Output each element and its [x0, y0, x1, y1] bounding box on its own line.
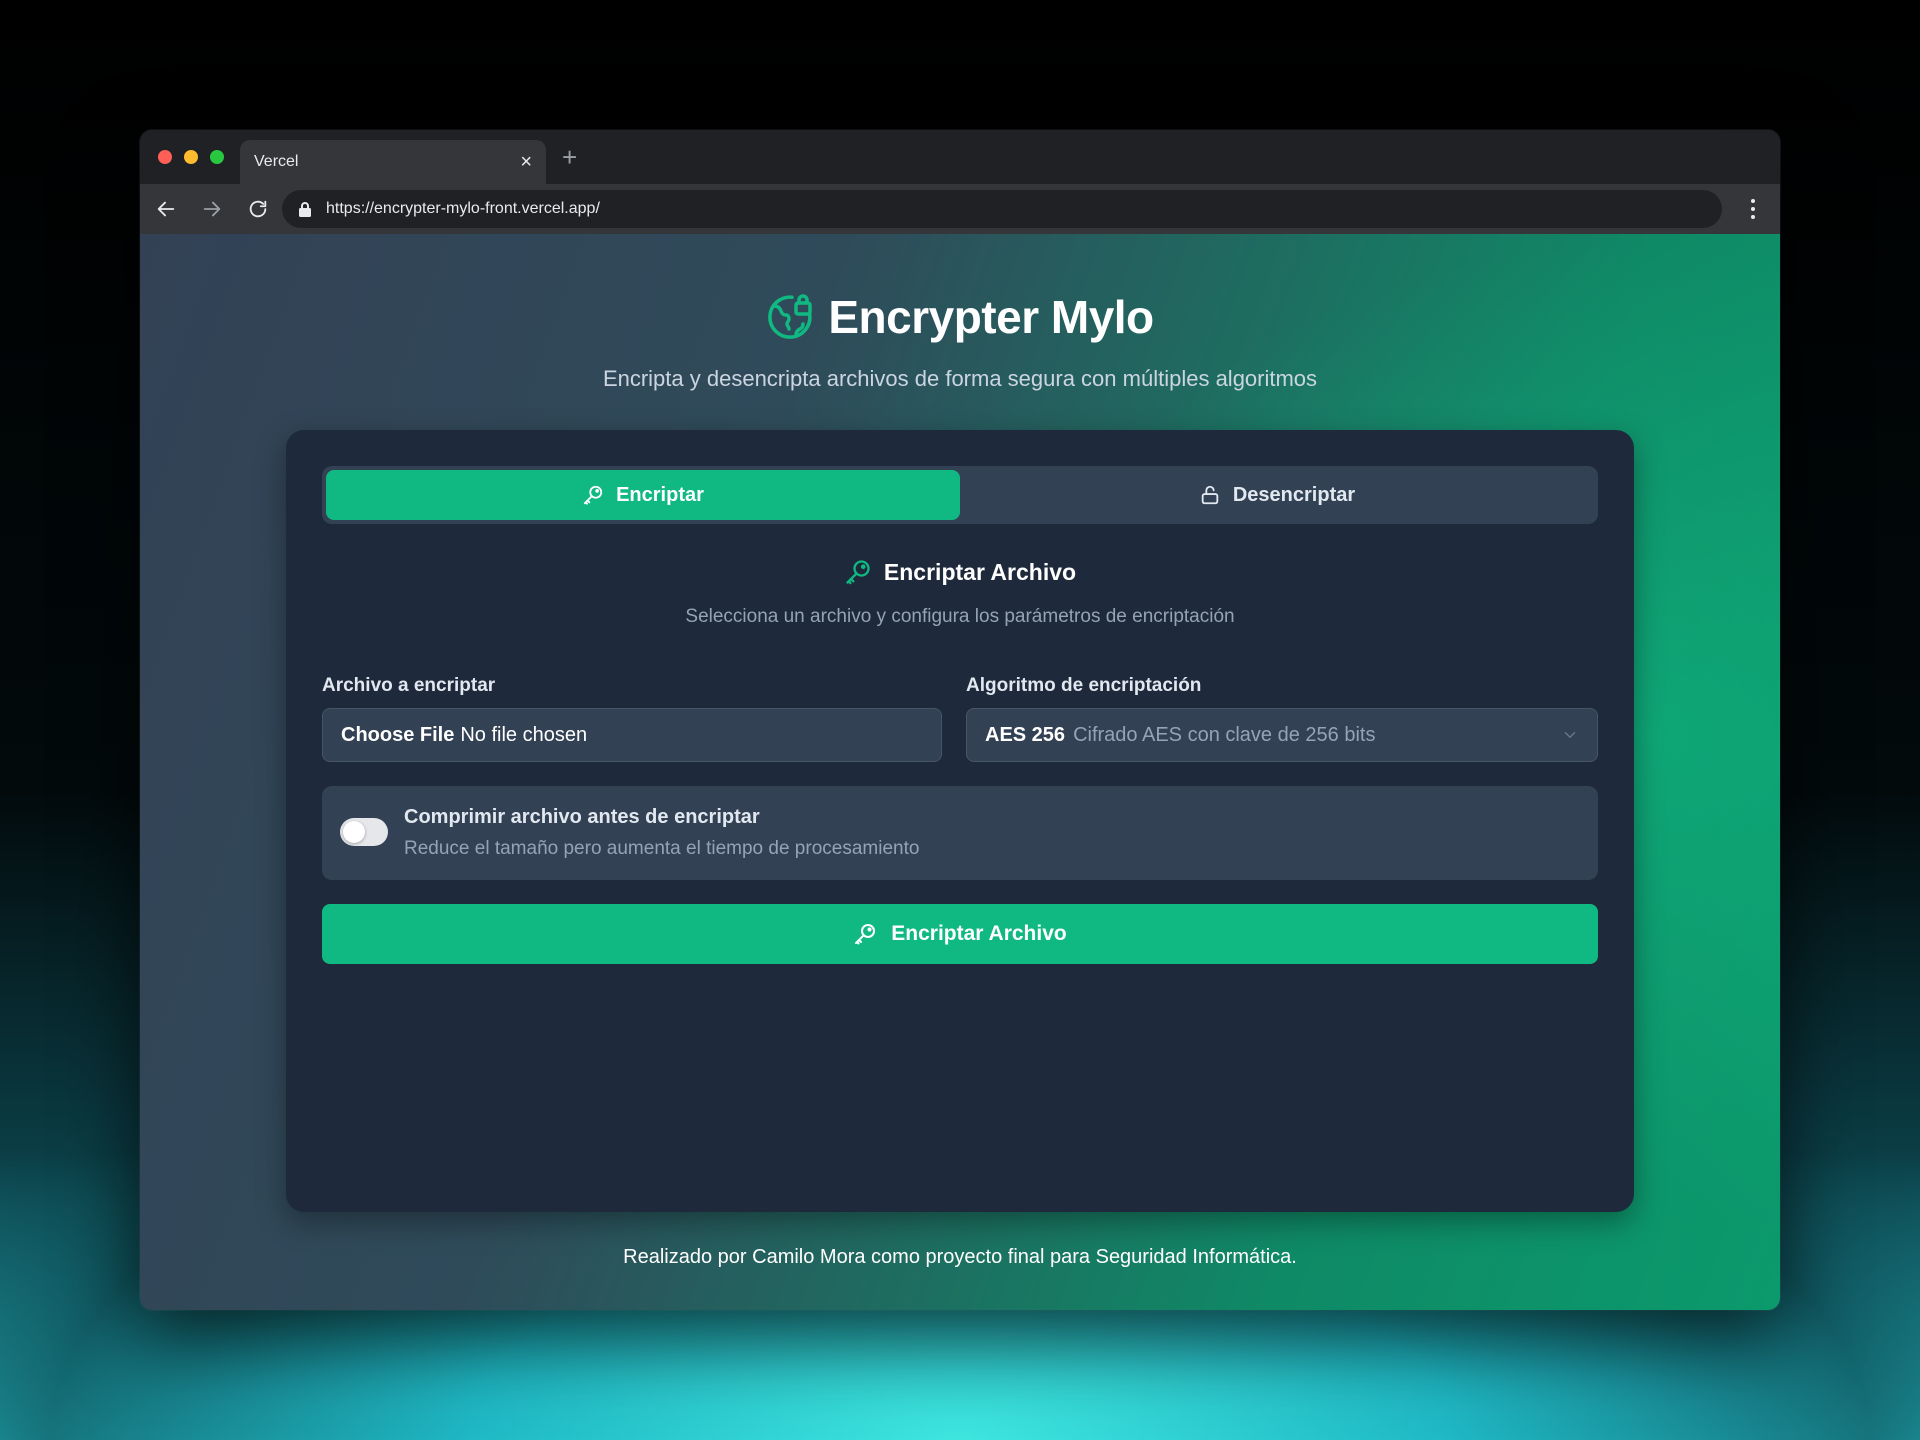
mode-tabs: Encriptar Desencriptar: [322, 466, 1598, 524]
unlock-icon: [1201, 485, 1219, 505]
section-description: Selecciona un archivo y configura los pa…: [685, 606, 1235, 627]
section-title: Encriptar Archivo: [883, 558, 1077, 585]
url-text: https://encrypter-mylo-front.vercel.app/: [326, 200, 600, 217]
new-tab-icon[interactable]: +: [562, 144, 577, 170]
globe-lock-icon: [768, 294, 813, 339]
browser-menu-icon[interactable]: [1740, 196, 1766, 222]
arrow-left-icon: [157, 201, 175, 217]
browser-window: Vercel × + https://encrypter-mylo-front.…: [140, 130, 1780, 1310]
browser-tab[interactable]: Vercel ×: [240, 140, 546, 184]
forward-button[interactable]: [192, 189, 232, 229]
compress-title: Comprimir archivo antes de encriptar: [404, 806, 760, 828]
browser-titlebar: Vercel × +: [140, 130, 1780, 184]
key-icon: [855, 924, 876, 945]
arrow-right-icon: [203, 201, 221, 217]
title-row: Encrypter Mylo: [140, 290, 1780, 344]
chevron-down-icon: [1564, 732, 1576, 738]
tab-desencriptar-label: Desencriptar: [1232, 483, 1356, 506]
tab-encriptar-label: Encriptar: [616, 483, 704, 506]
key-icon: [846, 560, 870, 585]
file-field-label: Archivo a encriptar: [322, 675, 496, 696]
section-header: Encriptar Archivo Selecciona un archivo …: [286, 558, 1634, 628]
compress-option: Comprimir archivo antes de encriptar Red…: [322, 786, 1598, 880]
algorithm-selected-description: Cifrado AES con clave de 256 bits: [1073, 723, 1376, 746]
close-tab-icon[interactable]: ×: [520, 152, 532, 172]
maximize-window-button[interactable]: [210, 150, 224, 164]
encrypt-submit-button[interactable]: Encriptar Archivo: [322, 904, 1598, 964]
page-viewport: Encrypter Mylo Encripta y desencripta ar…: [140, 234, 1780, 1310]
browser-toolbar: https://encrypter-mylo-front.vercel.app/: [140, 184, 1780, 234]
section-title-row: Encriptar Archivo: [286, 558, 1634, 586]
page-footer: Realizado por Camilo Mora como proyecto …: [623, 1246, 1297, 1268]
compress-toggle[interactable]: [340, 818, 388, 846]
page-title: Encrypter Mylo: [828, 291, 1154, 343]
page-subtitle: Encripta y desencripta archivos de forma…: [602, 366, 1318, 391]
address-bar[interactable]: https://encrypter-mylo-front.vercel.app/: [282, 190, 1722, 228]
tab-desencriptar[interactable]: Desencriptar: [960, 470, 1594, 520]
file-input-value: No file chosen: [460, 723, 588, 746]
window-controls: [158, 150, 224, 164]
compress-description: Reduce el tamaño pero aumenta el tiempo …: [404, 838, 920, 859]
back-button[interactable]: [146, 189, 186, 229]
key-icon: [583, 485, 603, 505]
toggle-knob: [343, 821, 365, 843]
encrypt-submit-label: Encriptar Archivo: [891, 922, 1067, 945]
file-input[interactable]: Choose File No file chosen: [322, 708, 942, 762]
reload-button[interactable]: [238, 189, 278, 229]
algorithm-field-label: Algoritmo de encriptación: [966, 675, 1202, 696]
algorithm-select[interactable]: AES 256 Cifrado AES con clave de 256 bit…: [966, 708, 1598, 762]
close-window-button[interactable]: [158, 150, 172, 164]
tab-title: Vercel: [254, 153, 299, 170]
lock-icon: [298, 201, 312, 217]
encrypt-card: Encriptar Desencriptar Encriptar Archivo…: [286, 430, 1634, 1212]
tab-encriptar[interactable]: Encriptar: [326, 470, 960, 520]
reload-icon: [249, 200, 267, 218]
choose-file-button[interactable]: Choose File: [341, 724, 454, 747]
algorithm-selected: AES 256: [985, 723, 1066, 746]
minimize-window-button[interactable]: [184, 150, 198, 164]
page-header: Encrypter Mylo Encripta y desencripta ar…: [140, 290, 1780, 392]
